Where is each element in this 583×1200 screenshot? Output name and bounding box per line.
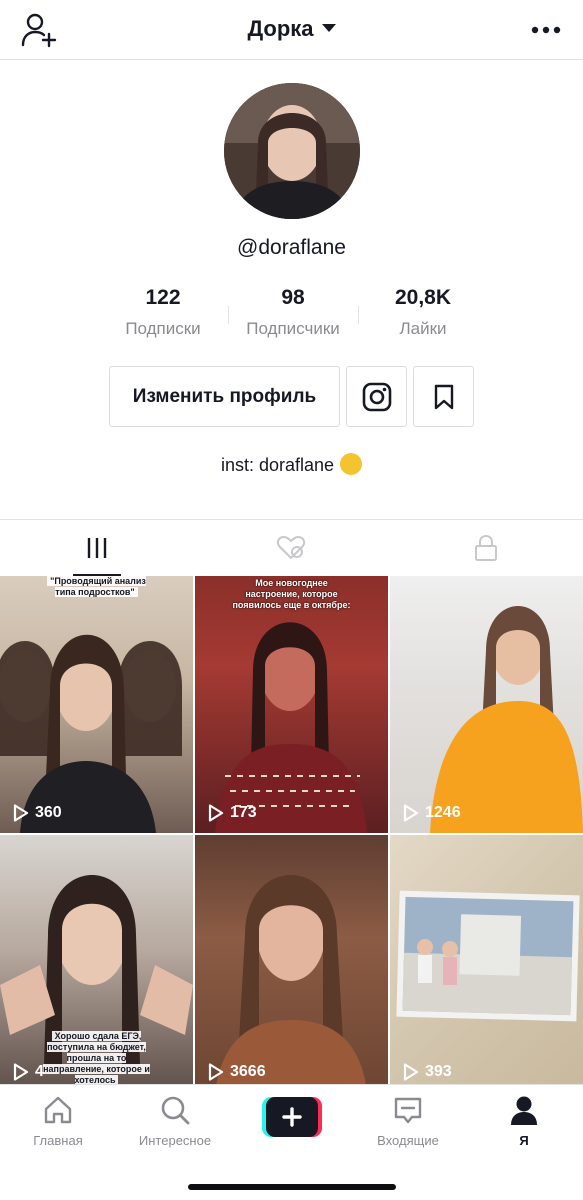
play-icon (208, 804, 224, 822)
grid-icon (87, 538, 107, 558)
play-icon (13, 1063, 29, 1081)
nav-profile[interactable]: Я (466, 1093, 582, 1148)
nav-home[interactable]: Главная (0, 1093, 116, 1148)
nav-discover[interactable]: Интересное (117, 1093, 233, 1148)
profile-stats: 122 Подписки 98 Подписчики 20,8K Лайки (98, 286, 488, 346)
favorites-button[interactable] (413, 366, 474, 427)
nav-label: Входящие (377, 1133, 439, 1148)
bio: inst: doraflane (0, 453, 583, 477)
play-icon (403, 804, 419, 822)
video-thumbnail[interactable]: Мое новогоднее настроение, которое появи… (195, 576, 388, 833)
nav-inbox[interactable]: Входящие (350, 1093, 466, 1148)
video-grid: "Проводящий анализ типа подростков" 360 … (0, 576, 583, 1092)
view-count: 3666 (208, 1063, 266, 1081)
stat-value: 98 (281, 286, 305, 309)
nav-label: Главная (33, 1133, 83, 1148)
bio-text: inst: doraflane (220, 455, 335, 475)
view-count: 360 (13, 804, 62, 822)
tab-private[interactable] (389, 520, 583, 576)
profile-icon (511, 1096, 537, 1125)
edit-profile-button[interactable]: Изменить профиль (109, 366, 340, 427)
stat-likes[interactable]: 20,8K Лайки (358, 286, 488, 339)
stat-followers[interactable]: 98 Подписчики (228, 286, 358, 339)
play-icon (403, 1063, 419, 1081)
video-thumbnail[interactable]: 3666 (195, 835, 388, 1092)
video-thumbnail[interactable]: Хорошо сдала ЕГЭ, поступила на бюджет, п… (0, 835, 193, 1092)
bookmark-icon (434, 384, 453, 409)
nav-label: Я (519, 1133, 529, 1148)
username: @doraflane (237, 236, 346, 259)
video-caption: Хорошо сдала ЕГЭ, поступила на бюджет, п… (43, 1031, 150, 1085)
inbox-icon (394, 1097, 422, 1124)
video-caption: "Проводящий анализ типа подростков" (37, 576, 157, 598)
view-count: 1246 (403, 804, 461, 822)
more-options-icon[interactable] (531, 20, 561, 40)
search-icon (161, 1096, 190, 1125)
video-thumbnail[interactable]: 393 (390, 835, 583, 1092)
view-count: 393 (403, 1063, 452, 1081)
play-icon (13, 804, 29, 822)
video-thumbnail[interactable]: 1246 (390, 576, 583, 833)
create-button[interactable] (262, 1097, 322, 1137)
stat-label: Подписчики (246, 319, 340, 338)
play-icon (208, 1063, 224, 1081)
home-icon (44, 1096, 72, 1124)
account-name: Дорка (247, 16, 314, 41)
caret-down-icon (321, 24, 336, 33)
lock-icon (475, 534, 497, 561)
tab-videos[interactable] (0, 520, 194, 576)
home-indicator[interactable] (188, 1184, 396, 1190)
create-icon (266, 1097, 318, 1137)
bottom-navigation: Главная Интересное Входящие Я (0, 1084, 583, 1200)
stat-value: 20,8K (394, 286, 452, 309)
stat-label: Подписки (125, 319, 201, 338)
top-bar: Дорка (0, 0, 583, 60)
video-caption: Мое новогоднее настроение, которое появи… (232, 578, 351, 610)
nav-label: Интересное (138, 1133, 212, 1148)
avatar[interactable] (224, 83, 360, 219)
view-count: 4 (13, 1063, 44, 1081)
instagram-button[interactable] (346, 366, 407, 427)
zany-face-emoji-icon (340, 453, 363, 476)
hidden-heart-icon (276, 535, 306, 560)
stat-value: 122 (145, 286, 181, 309)
instagram-icon (362, 382, 391, 411)
profile-tabs (0, 519, 583, 576)
stat-label: Лайки (399, 319, 447, 338)
video-thumbnail[interactable]: "Проводящий анализ типа подростков" 360 (0, 576, 193, 833)
stat-following[interactable]: 122 Подписки (98, 286, 228, 339)
account-switcher[interactable]: Дорка (0, 16, 583, 42)
tab-liked[interactable] (194, 520, 388, 576)
view-count: 173 (208, 804, 257, 822)
